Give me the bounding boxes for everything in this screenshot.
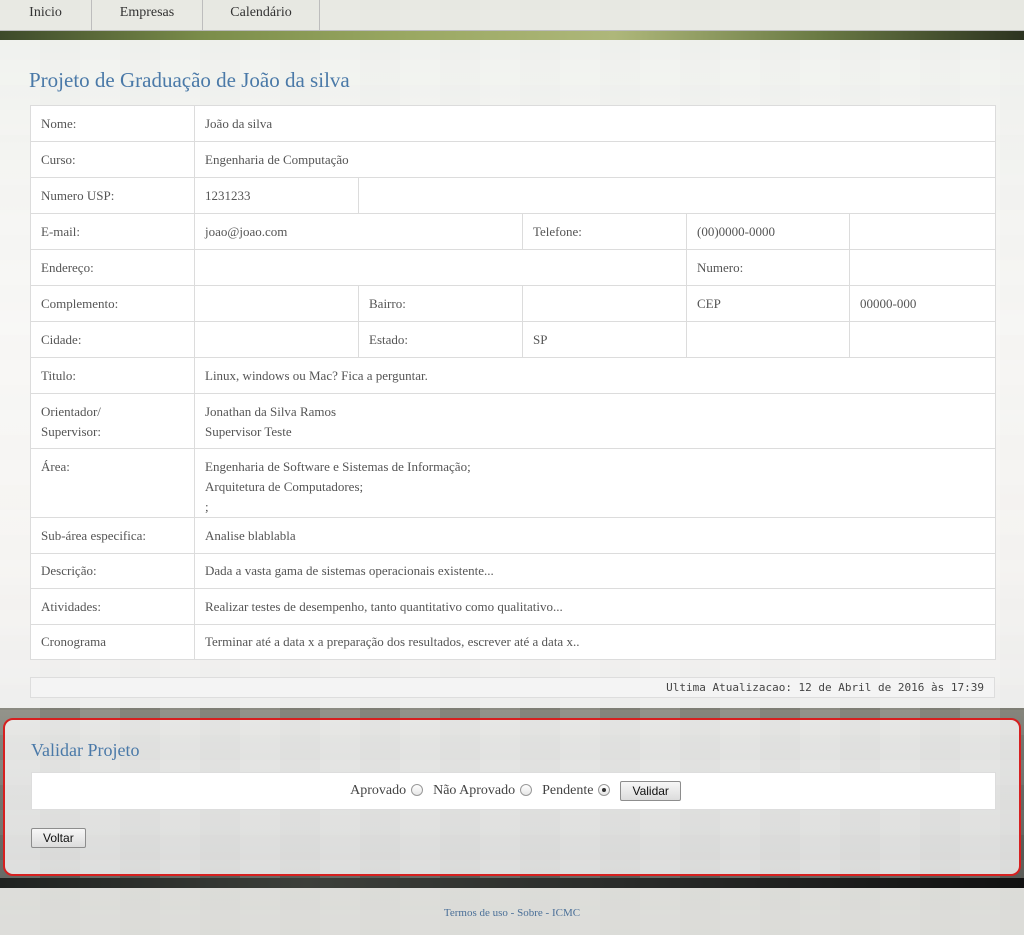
table-row: Orientador/ Supervisor: Jonathan da Silv… (30, 393, 997, 449)
last-updated: Ultima Atualizacao: 12 de Abril de 2016 … (30, 677, 995, 698)
tab-empresas[interactable]: Empresas (92, 0, 203, 30)
table-row: Descrição: Dada a vasta gama de sistemas… (30, 553, 997, 589)
field-label: Descrição: (30, 553, 195, 589)
email-value: joao@joao.com (194, 213, 523, 250)
field-label: Telefone: (522, 213, 687, 250)
supervisor-value: Supervisor Teste (205, 424, 292, 439)
titulo-value: Linux, windows ou Mac? Fica a perguntar. (193, 357, 997, 394)
endereco-value (194, 249, 687, 286)
field-label: Curso: (30, 141, 195, 178)
table-row: Sub-área especifica: Analise blablabla (30, 517, 997, 554)
area-value: ; (205, 499, 209, 514)
validation-options: Aprovado Não Aprovado Pendente Validar (31, 772, 996, 810)
project-info-table: Nome: João da silva Curso: Engenharia de… (30, 105, 997, 660)
project-panel: Projeto de Graduação de João da silva No… (0, 40, 1024, 708)
descricao-value: Dada a vasta gama de sistemas operaciona… (193, 553, 997, 589)
icmc-link[interactable]: ICMC (552, 907, 580, 919)
footer-separator: - (545, 907, 550, 919)
empty-cell (357, 177, 997, 214)
empty-cell (686, 321, 850, 358)
telefone-value: (00)0000-0000 (686, 213, 850, 250)
field-label: Cronograma (30, 624, 195, 660)
field-label: Titulo: (30, 357, 195, 394)
nome-value: João da silva (193, 105, 997, 142)
table-row: Curso: Engenharia de Computação (30, 141, 997, 178)
complemento-value (194, 285, 359, 322)
table-row: Numero USP: 1231233 (30, 177, 997, 214)
field-label: Numero: (686, 249, 850, 286)
field-label: Complemento: (30, 285, 195, 322)
not-approved-label: Não Aprovado (433, 783, 516, 798)
tab-inicio[interactable]: Inicio (0, 0, 92, 30)
table-row: Endereço: Numero: (30, 249, 997, 286)
table-row: E-mail: joao@joao.com Telefone: (00)0000… (30, 213, 997, 250)
supervisor-label: Supervisor: (41, 424, 101, 439)
footer-photo-strip (0, 878, 1024, 888)
field-label: CEP (686, 285, 850, 322)
orientador-cell: Jonathan da Silva Ramos Supervisor Teste (193, 393, 997, 449)
back-button[interactable]: Voltar (31, 828, 86, 848)
table-row: Cidade: Estado: SP (30, 321, 997, 358)
validate-title: Validar Projeto (31, 740, 140, 760)
field-label: Endereço: (30, 249, 195, 286)
approved-label: Aprovado (350, 783, 407, 798)
numero-value (848, 249, 997, 286)
top-nav: Inicio Empresas Calendário (0, 0, 1024, 31)
cep-value: 00000-000 (848, 285, 997, 322)
about-link[interactable]: Sobre (517, 907, 543, 919)
nusp-value: 1231233 (194, 177, 359, 214)
bairro-value (522, 285, 687, 322)
orientador-label: Orientador/ (41, 404, 101, 419)
cidade-value (194, 321, 359, 358)
curso-value: Engenharia de Computação (193, 141, 997, 178)
field-label: Estado: (358, 321, 523, 358)
area-value: Engenharia de Software e Sistemas de Inf… (205, 459, 471, 474)
empty-cell (848, 213, 997, 250)
atividades-value: Realizar testes de desempenho, tanto qua… (193, 588, 997, 625)
table-row: Cronograma Terminar até a data x a prepa… (30, 624, 997, 660)
table-row: Nome: João da silva (30, 105, 997, 142)
field-label: Numero USP: (30, 177, 195, 214)
field-label: Sub-área especifica: (30, 517, 195, 554)
field-label: Bairro: (358, 285, 523, 322)
tab-calendario[interactable]: Calendário (203, 0, 320, 30)
footer-separator: - (510, 907, 515, 919)
field-label: Cidade: (30, 321, 195, 358)
pending-radio[interactable] (598, 784, 611, 796)
validate-button[interactable]: Validar (620, 781, 681, 801)
footer: Termos de uso - Sobre - ICMC (0, 888, 1024, 935)
terms-link[interactable]: Termos de uso (444, 907, 508, 919)
not-approved-radio[interactable] (520, 784, 533, 796)
page-title: Projeto de Graduação de João da silva (29, 68, 350, 92)
field-label: Área: (30, 448, 195, 518)
header-photo-strip (0, 31, 1024, 40)
field-label: Atividades: (30, 588, 195, 625)
area-cell: Engenharia de Software e Sistemas de Inf… (193, 448, 997, 518)
area-value: Arquitetura de Computadores; (205, 479, 364, 494)
validate-project-section: Validar Projeto Aprovado Não Aprovado Pe… (3, 718, 1021, 876)
field-label: E-mail: (30, 213, 195, 250)
field-label: Orientador/ Supervisor: (30, 393, 195, 449)
subarea-value: Analise blablabla (193, 517, 997, 554)
cronograma-value: Terminar até a data x a preparação dos r… (193, 624, 997, 660)
table-row: Titulo: Linux, windows ou Mac? Fica a pe… (30, 357, 997, 394)
orientador-value: Jonathan da Silva Ramos (205, 404, 337, 419)
empty-cell (848, 321, 997, 358)
field-label: Nome: (30, 105, 195, 142)
table-row: Complemento: Bairro: CEP 00000-000 (30, 285, 997, 322)
table-row: Atividades: Realizar testes de desempenh… (30, 588, 997, 625)
pending-label: Pendente (542, 783, 594, 798)
table-row: Área: Engenharia de Software e Sistemas … (30, 448, 997, 518)
approved-radio[interactable] (411, 784, 424, 796)
estado-value: SP (522, 321, 687, 358)
